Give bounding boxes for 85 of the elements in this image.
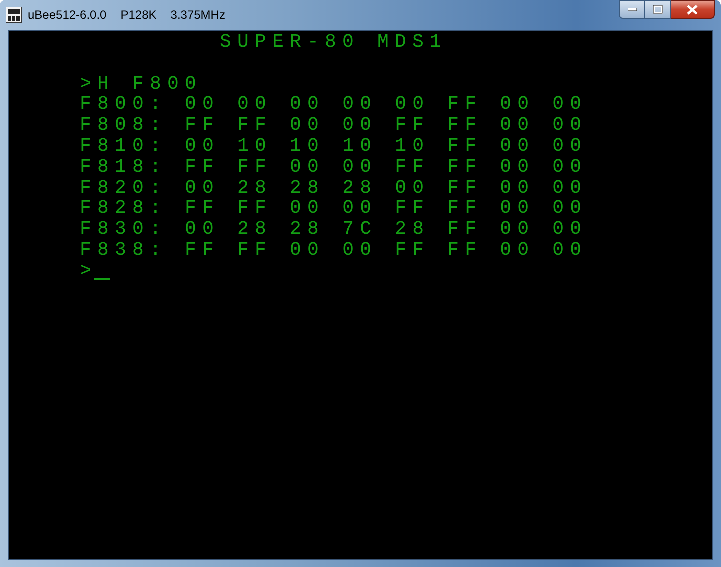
hex-byte: FF [185,198,220,220]
maximize-icon [652,5,662,14]
hex-byte: FF [448,219,483,240]
clock-speed: 3.375MHz [170,7,226,24]
minimize-button[interactable] [619,0,645,19]
hex-byte: 00 [290,115,326,136]
hex-byte: 00 [342,94,378,116]
hex-byte: FF [395,156,430,178]
hex-byte: 00 [185,219,220,240]
hex-byte: FF [185,156,220,178]
minimize-icon [628,8,636,11]
hex-byte: 28 [238,219,273,240]
hex-byte: FF [448,240,483,261]
hex-byte: 10 [395,136,430,157]
hex-byte: 00 [342,198,378,220]
hex-byte: 00 [500,136,536,157]
hex-byte: 00 [552,136,588,157]
hex-byte: 00 [185,94,220,116]
hex-byte: 00 [552,94,588,116]
hex-byte: 00 [342,240,378,261]
hex-byte: 00 [290,198,326,220]
maximize-button[interactable] [645,0,671,19]
hex-byte: 00 [552,219,588,240]
hex-byte: FF [185,115,220,136]
memory-address: F830: [80,219,168,240]
hex-byte: 00 [185,178,220,198]
screen-header: SUPER-80 MDS1 [220,32,448,53]
model-label: P128K [120,7,157,24]
prompt: > [80,260,98,282]
hex-byte: 28 [290,219,326,240]
hex-byte: FF [185,240,220,261]
hex-byte: 00 [290,240,326,261]
hex-byte: 00 [552,156,588,178]
hex-byte: FF [238,156,273,178]
hex-byte: 10 [342,136,378,157]
hex-byte: 7C [342,219,378,240]
app-icon [6,7,22,23]
hex-byte: FF [395,115,430,136]
hex-byte: FF [448,136,483,157]
hex-byte: FF [238,240,273,261]
hex-byte: 00 [342,115,378,136]
hex-byte: 00 [500,115,536,136]
hex-byte: FF [448,94,483,116]
memory-address: F808: [80,115,168,136]
hex-byte: 00 [395,178,430,198]
hex-byte: FF [238,115,273,136]
hex-byte: FF [448,156,483,178]
hex-byte: 00 [342,156,378,178]
hex-byte: 28 [238,178,273,198]
hex-byte: 00 [552,115,588,136]
hex-byte: 00 [552,198,588,220]
hex-byte: FF [395,240,430,261]
hex-byte: 10 [238,136,273,157]
memory-address: F810: [80,136,168,157]
hex-byte: FF [448,178,483,198]
hex-byte: 10 [290,136,326,157]
memory-address: F818: [80,156,168,178]
hex-byte: 00 [185,136,220,157]
hex-byte: FF [448,198,483,220]
hex-byte: 00 [552,178,588,198]
hex-byte: 28 [290,178,326,198]
hex-byte: 00 [500,156,536,178]
hex-byte: FF [395,198,430,220]
close-icon [687,4,698,14]
command-line: >H F800 [80,74,203,94]
memory-address: F828: [80,198,168,220]
hex-byte: 00 [500,94,536,116]
hex-byte: 00 [238,94,273,116]
hex-byte: 00 [500,198,536,220]
window-title: uBee512-6.0.0 [28,7,107,24]
hex-byte: 00 [290,94,326,116]
hex-byte: 00 [500,240,536,261]
hex-byte: 00 [552,240,588,261]
memory-address: F820: [80,178,168,198]
memory-address: F800: [80,94,168,116]
memory-address: F838: [80,240,168,261]
hex-byte: FF [238,198,273,220]
hex-byte: 00 [395,94,430,116]
hex-byte: 28 [395,219,430,240]
hex-byte: 00 [500,178,536,198]
hex-byte: 00 [500,219,536,240]
hex-byte: FF [448,115,483,136]
hex-byte: 28 [342,178,378,198]
close-button[interactable] [671,0,715,19]
hex-byte: 00 [290,156,326,178]
